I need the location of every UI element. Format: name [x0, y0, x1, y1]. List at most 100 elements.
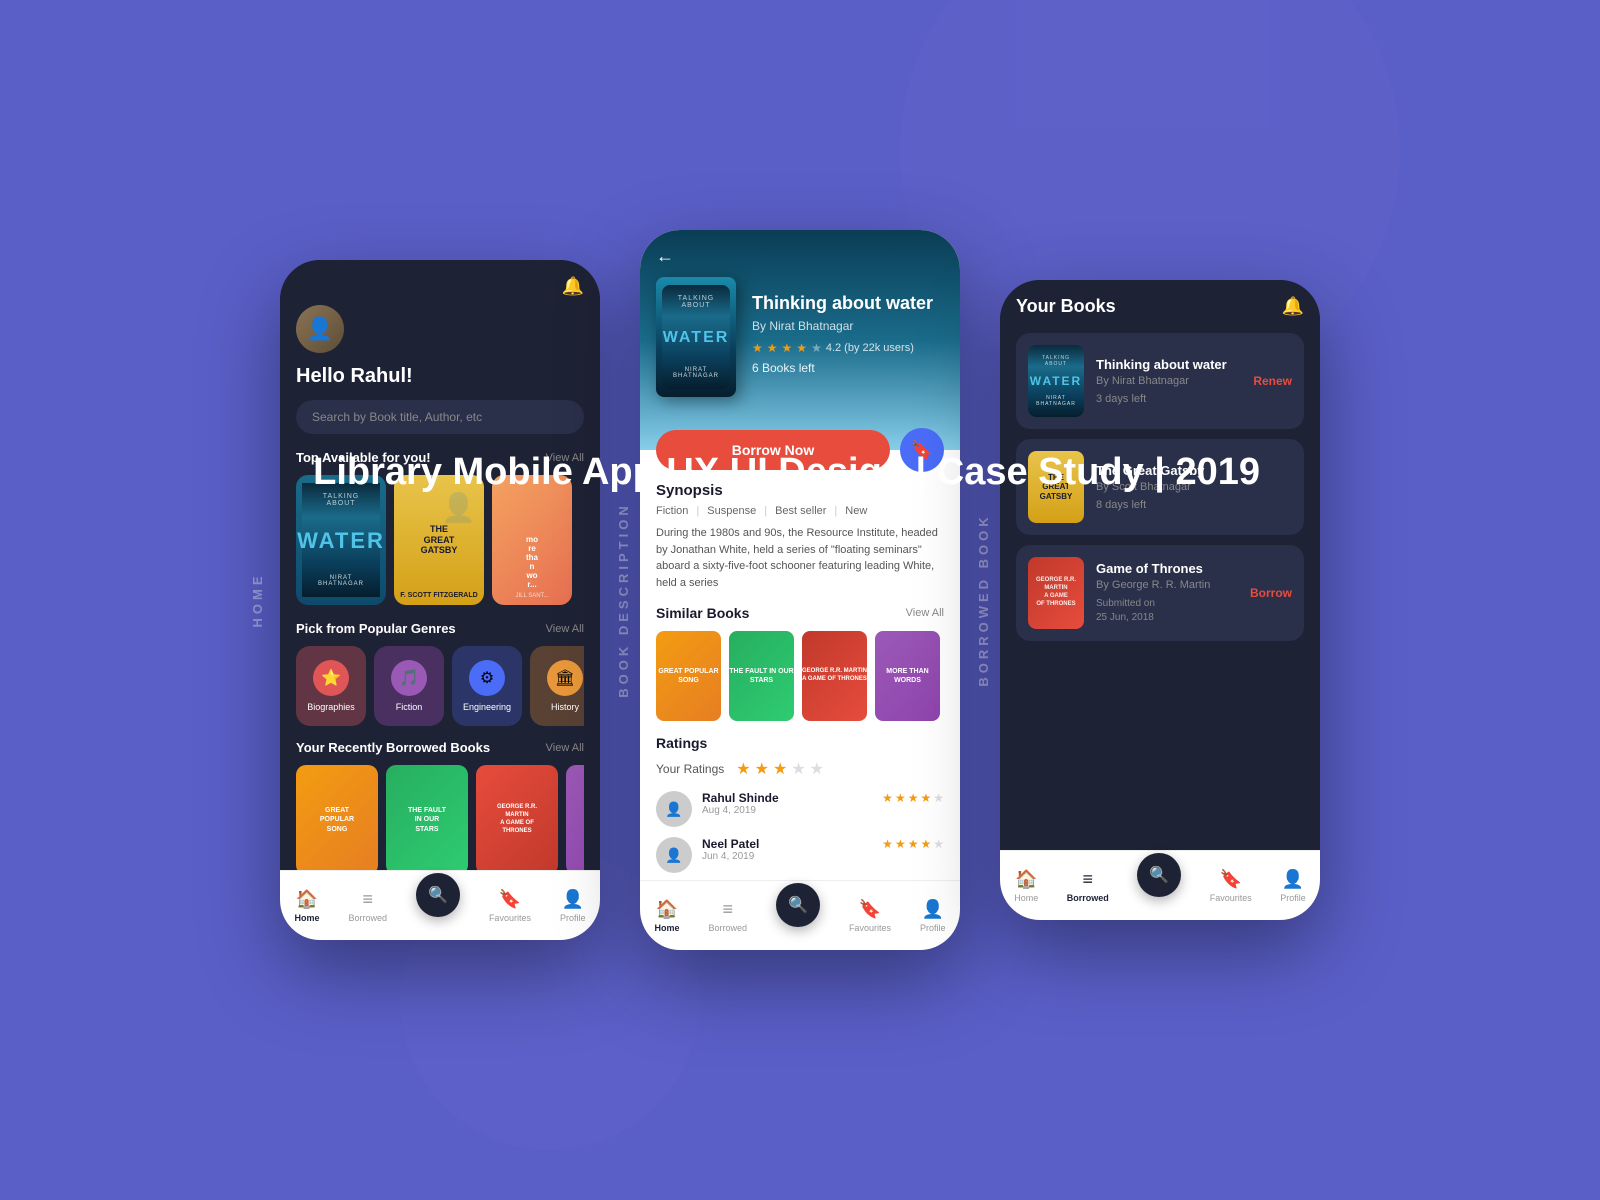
phone-borrowed: Your Books 🔔 TALKING ABOUT WATER NIRAT B…	[1000, 280, 1320, 920]
p3-nav-profile[interactable]: 👤 Profile	[1280, 869, 1306, 903]
genres-title: Pick from Popular Genres	[296, 621, 456, 636]
borrowed-book-2[interactable]: THE FAULTIN OURSTARS 3 Days Left	[386, 765, 468, 870]
nav-home[interactable]: 🏠 Home	[294, 889, 319, 923]
genres-row: ⭐ Biographies 🎵 Fiction ⚙ Engineering	[296, 646, 584, 726]
phone-home: 🔔 👤 Hello Rahul! Search by Book title, A…	[280, 260, 600, 940]
home-nav-label: Home	[294, 913, 319, 923]
cover-author: NIRAT BHATNAGAR	[670, 367, 722, 379]
greeting-text: Hello Rahul!	[296, 365, 584, 388]
p3-nav-borrowed[interactable]: ≡ Borrowed	[1067, 869, 1109, 903]
books-bell-icon[interactable]: 🔔	[1282, 296, 1304, 317]
reviewer-stars-1: ★ ★ ★ ★ ★	[882, 791, 944, 805]
nav-favourites[interactable]: 🔖 Favourites	[489, 889, 531, 923]
reviewer-avatar-2: 👤	[656, 837, 692, 873]
p3-search-icon: 🔍	[1149, 865, 1169, 885]
p2-fav-label: Favourites	[849, 923, 891, 933]
genre-engineering[interactable]: ⚙ Engineering	[452, 646, 522, 726]
fiction-icon: 🎵	[391, 660, 427, 696]
genre-history[interactable]: 🏛 History	[530, 646, 584, 726]
p2-nav-borrowed[interactable]: ≡ Borrowed	[708, 899, 747, 933]
your-star-5: ★	[810, 759, 824, 779]
similar-viewall[interactable]: View All	[906, 607, 944, 619]
borrowed-screen: Your Books 🔔 TALKING ABOUT WATER NIRAT B…	[1000, 280, 1320, 850]
p2-nav-home[interactable]: 🏠 Home	[654, 899, 679, 933]
p3-home-label: Home	[1014, 893, 1038, 903]
p3-profile-icon: 👤	[1282, 869, 1304, 890]
bb-borrow-button[interactable]: Borrow	[1250, 586, 1292, 600]
genre-biographies[interactable]: ⭐ Biographies	[296, 646, 366, 726]
bb-submitted-3: Submitted on25 Jun, 2018	[1096, 597, 1238, 625]
phone3-bottom-nav: 🏠 Home ≡ Borrowed 🔍 🔖 Favourites	[1000, 850, 1320, 920]
search-bubble[interactable]: 🔍	[416, 873, 460, 917]
bb-author-1: By Nirat Bhatnagar	[1096, 375, 1241, 387]
recent-header: Your Recently Borrowed Books View All	[296, 740, 584, 755]
borrowed-book-4[interactable]: morethanwords Submitted	[566, 765, 584, 870]
bb-title-3: Game of Thrones	[1096, 561, 1238, 576]
books-left: 6 Books left	[752, 361, 944, 375]
your-star-2: ★	[755, 759, 769, 779]
avatar-row: 👤	[296, 305, 584, 353]
books-header: Your Books 🔔	[1016, 296, 1304, 317]
p2-search-icon: 🔍	[788, 895, 808, 915]
p2-search-bubble[interactable]: 🔍	[776, 883, 820, 927]
p3-nav-search[interactable]: 🔍	[1137, 875, 1181, 897]
borrowed-book-1[interactable]: GREATPOPULARSONG 3 Days Left	[296, 765, 378, 870]
history-icon: 🏛	[547, 660, 583, 696]
bb-info-1: Thinking about water By Nirat Bhatnagar …	[1096, 357, 1241, 405]
search-bar[interactable]: Search by Book title, Author, etc	[296, 400, 584, 434]
p2-nav-search[interactable]: 🔍	[776, 905, 820, 927]
nav-borrowed[interactable]: ≡ Borrowed	[348, 889, 387, 923]
p3-nav-fav[interactable]: 🔖 Favourites	[1210, 869, 1252, 903]
stars-row: ★ ★ ★ ★ ★ 4.2 (by 22k users)	[752, 341, 944, 355]
bb-renew-button[interactable]: Renew	[1253, 374, 1292, 388]
p3-nav-home[interactable]: 🏠 Home	[1014, 869, 1038, 903]
fav-nav-label: Favourites	[489, 913, 531, 923]
phone2-bottom-nav: 🏠 Home ≡ Borrowed 🔍 🔖 Favourites	[640, 880, 960, 950]
borrowed-item-3[interactable]: GEORGE R.R.MARTINA GAMEOF THRONES Game o…	[1016, 545, 1304, 641]
avatar: 👤	[296, 305, 344, 353]
reviewer-stars-2: ★ ★ ★ ★ ★	[882, 837, 944, 851]
reviewer-avatar-1: 👤	[656, 791, 692, 827]
recent-view-all[interactable]: View All	[546, 742, 584, 754]
sim-book-4[interactable]: more than words	[875, 631, 940, 721]
ratings-section: Ratings Your Ratings ★ ★ ★ ★ ★	[656, 735, 944, 873]
genre-fiction[interactable]: 🎵 Fiction	[374, 646, 444, 726]
your-star-3: ★	[773, 759, 787, 779]
sim-book-1[interactable]: GREAT POPULAR SONG	[656, 631, 721, 721]
tag-bestseller: Best seller	[775, 505, 826, 517]
phone-book-desc: ← TALKING ABOUT WATER NIRAT BHATNAGAR	[640, 230, 960, 950]
borrowed-nav-icon: ≡	[362, 889, 373, 910]
p2-home-label: Home	[654, 923, 679, 933]
nav-search[interactable]: 🔍	[416, 895, 460, 917]
review-2: 👤 Neel Patel Jun 4, 2019 ★ ★ ★ ★	[656, 837, 944, 873]
cover-title: WATER	[663, 329, 730, 347]
sim-book-2[interactable]: THE FAULT IN OUR STARS	[729, 631, 794, 721]
your-star-1: ★	[736, 759, 750, 779]
bell-icon[interactable]: 🔔	[562, 276, 584, 297]
borrowed-book-3[interactable]: GEORGE R.R.MARTINA GAME OFTHRONES 8 Days…	[476, 765, 558, 870]
borrowed-nav-label: Borrowed	[348, 913, 387, 923]
back-button[interactable]: ←	[656, 246, 944, 267]
p2-nav-profile[interactable]: 👤 Profile	[920, 899, 946, 933]
p3-fav-icon: 🔖	[1220, 869, 1242, 890]
water-title: WATER	[297, 528, 385, 554]
p3-search-bubble[interactable]: 🔍	[1137, 853, 1181, 897]
sim-book-3[interactable]: GEORGE R.R. MARTIN A GAME OF THRONES	[802, 631, 867, 721]
bb-cover-3: GEORGE R.R.MARTINA GAMEOF THRONES	[1028, 557, 1084, 629]
profile-nav-icon: 👤	[561, 889, 583, 910]
tag-suspense: Suspense	[707, 505, 756, 517]
app-title-heading: Library Mobile App UX UI Design | Case S…	[313, 450, 1260, 496]
home-header: 🔔	[296, 276, 584, 297]
cover-subtitle: TALKING ABOUT	[670, 295, 722, 309]
reviewer-info-1: Rahul Shinde Aug 4, 2019	[702, 791, 872, 816]
tag-new: New	[845, 505, 867, 517]
nav-profile[interactable]: 👤 Profile	[560, 889, 586, 923]
borrowed-item-1[interactable]: TALKING ABOUT WATER NIRAT BHATNAGAR Thin…	[1016, 333, 1304, 429]
biographies-label: Biographies	[307, 702, 355, 712]
reviewer-name-1: Rahul Shinde	[702, 791, 872, 805]
genres-view-all[interactable]: View All	[546, 623, 584, 635]
your-rating-stars: ★ ★ ★ ★ ★	[736, 759, 824, 779]
book-info-right: Thinking about water By Nirat Bhatnagar …	[752, 277, 944, 375]
p2-nav-fav[interactable]: 🔖 Favourites	[849, 899, 891, 933]
similar-header: Similar Books View All	[656, 605, 944, 621]
